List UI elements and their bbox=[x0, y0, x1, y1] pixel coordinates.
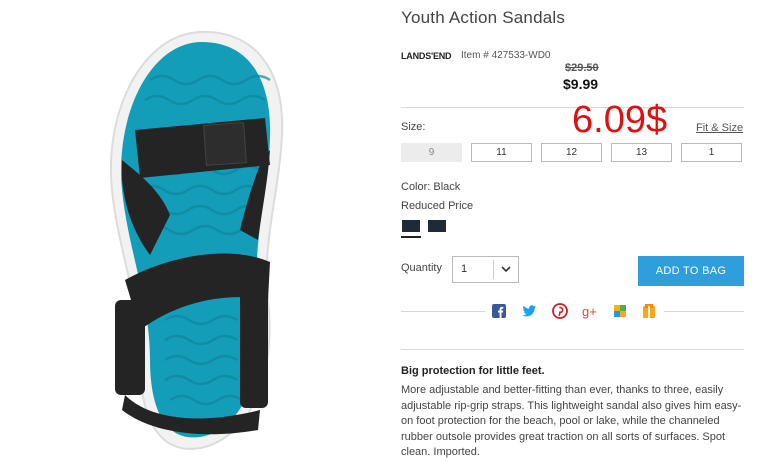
item-number: Item # 427533-WD0 bbox=[461, 50, 551, 61]
brand-logo: LANDS'END bbox=[401, 51, 452, 61]
size-option-13[interactable]: 13 bbox=[611, 143, 672, 162]
product-image bbox=[109, 30, 284, 450]
sale-price: $9.99 bbox=[563, 76, 599, 92]
quantity-value: 1 bbox=[461, 263, 468, 275]
overlay-price: 6.09$ bbox=[572, 99, 668, 141]
shared-icon[interactable] bbox=[612, 303, 628, 319]
original-price: $29.50 bbox=[565, 62, 599, 74]
fit-size-link[interactable]: Fit & Size bbox=[696, 122, 743, 134]
color-label: Color: Black bbox=[401, 181, 461, 193]
color-swatch-black-selected[interactable] bbox=[402, 220, 420, 232]
twitter-icon[interactable] bbox=[521, 303, 537, 319]
color-swatch-navy[interactable] bbox=[428, 220, 446, 232]
share-divider-right bbox=[664, 311, 744, 312]
pinterest-icon[interactable] bbox=[552, 303, 568, 319]
description-title: Big protection for little feet. bbox=[401, 365, 545, 377]
quantity-select[interactable]: 1 bbox=[452, 256, 519, 283]
quantity-label: Quantity bbox=[401, 262, 442, 274]
size-label: Size: bbox=[401, 121, 426, 133]
google-plus-icon[interactable]: g+ bbox=[582, 303, 598, 319]
divider bbox=[401, 349, 744, 350]
facebook-icon[interactable] bbox=[491, 303, 507, 319]
add-to-bag-button[interactable]: ADD TO BAG bbox=[638, 256, 744, 286]
share-gift-icon[interactable] bbox=[641, 303, 657, 319]
share-divider-left bbox=[401, 311, 485, 312]
description-body: More adjustable and better-fitting than … bbox=[401, 384, 742, 458]
size-option-1[interactable]: 1 bbox=[681, 143, 742, 162]
size-option-11[interactable]: 11 bbox=[471, 143, 532, 162]
reduced-price-label: Reduced Price bbox=[401, 200, 474, 212]
chevron-down-icon bbox=[501, 266, 511, 273]
quantity-separator bbox=[493, 260, 494, 279]
size-option-12[interactable]: 12 bbox=[541, 143, 602, 162]
product-title: Youth Action Sandals bbox=[401, 8, 566, 27]
swatch-selected-indicator bbox=[401, 236, 421, 238]
size-option-9[interactable]: 9 bbox=[401, 143, 462, 162]
svg-text:g+: g+ bbox=[582, 304, 597, 319]
